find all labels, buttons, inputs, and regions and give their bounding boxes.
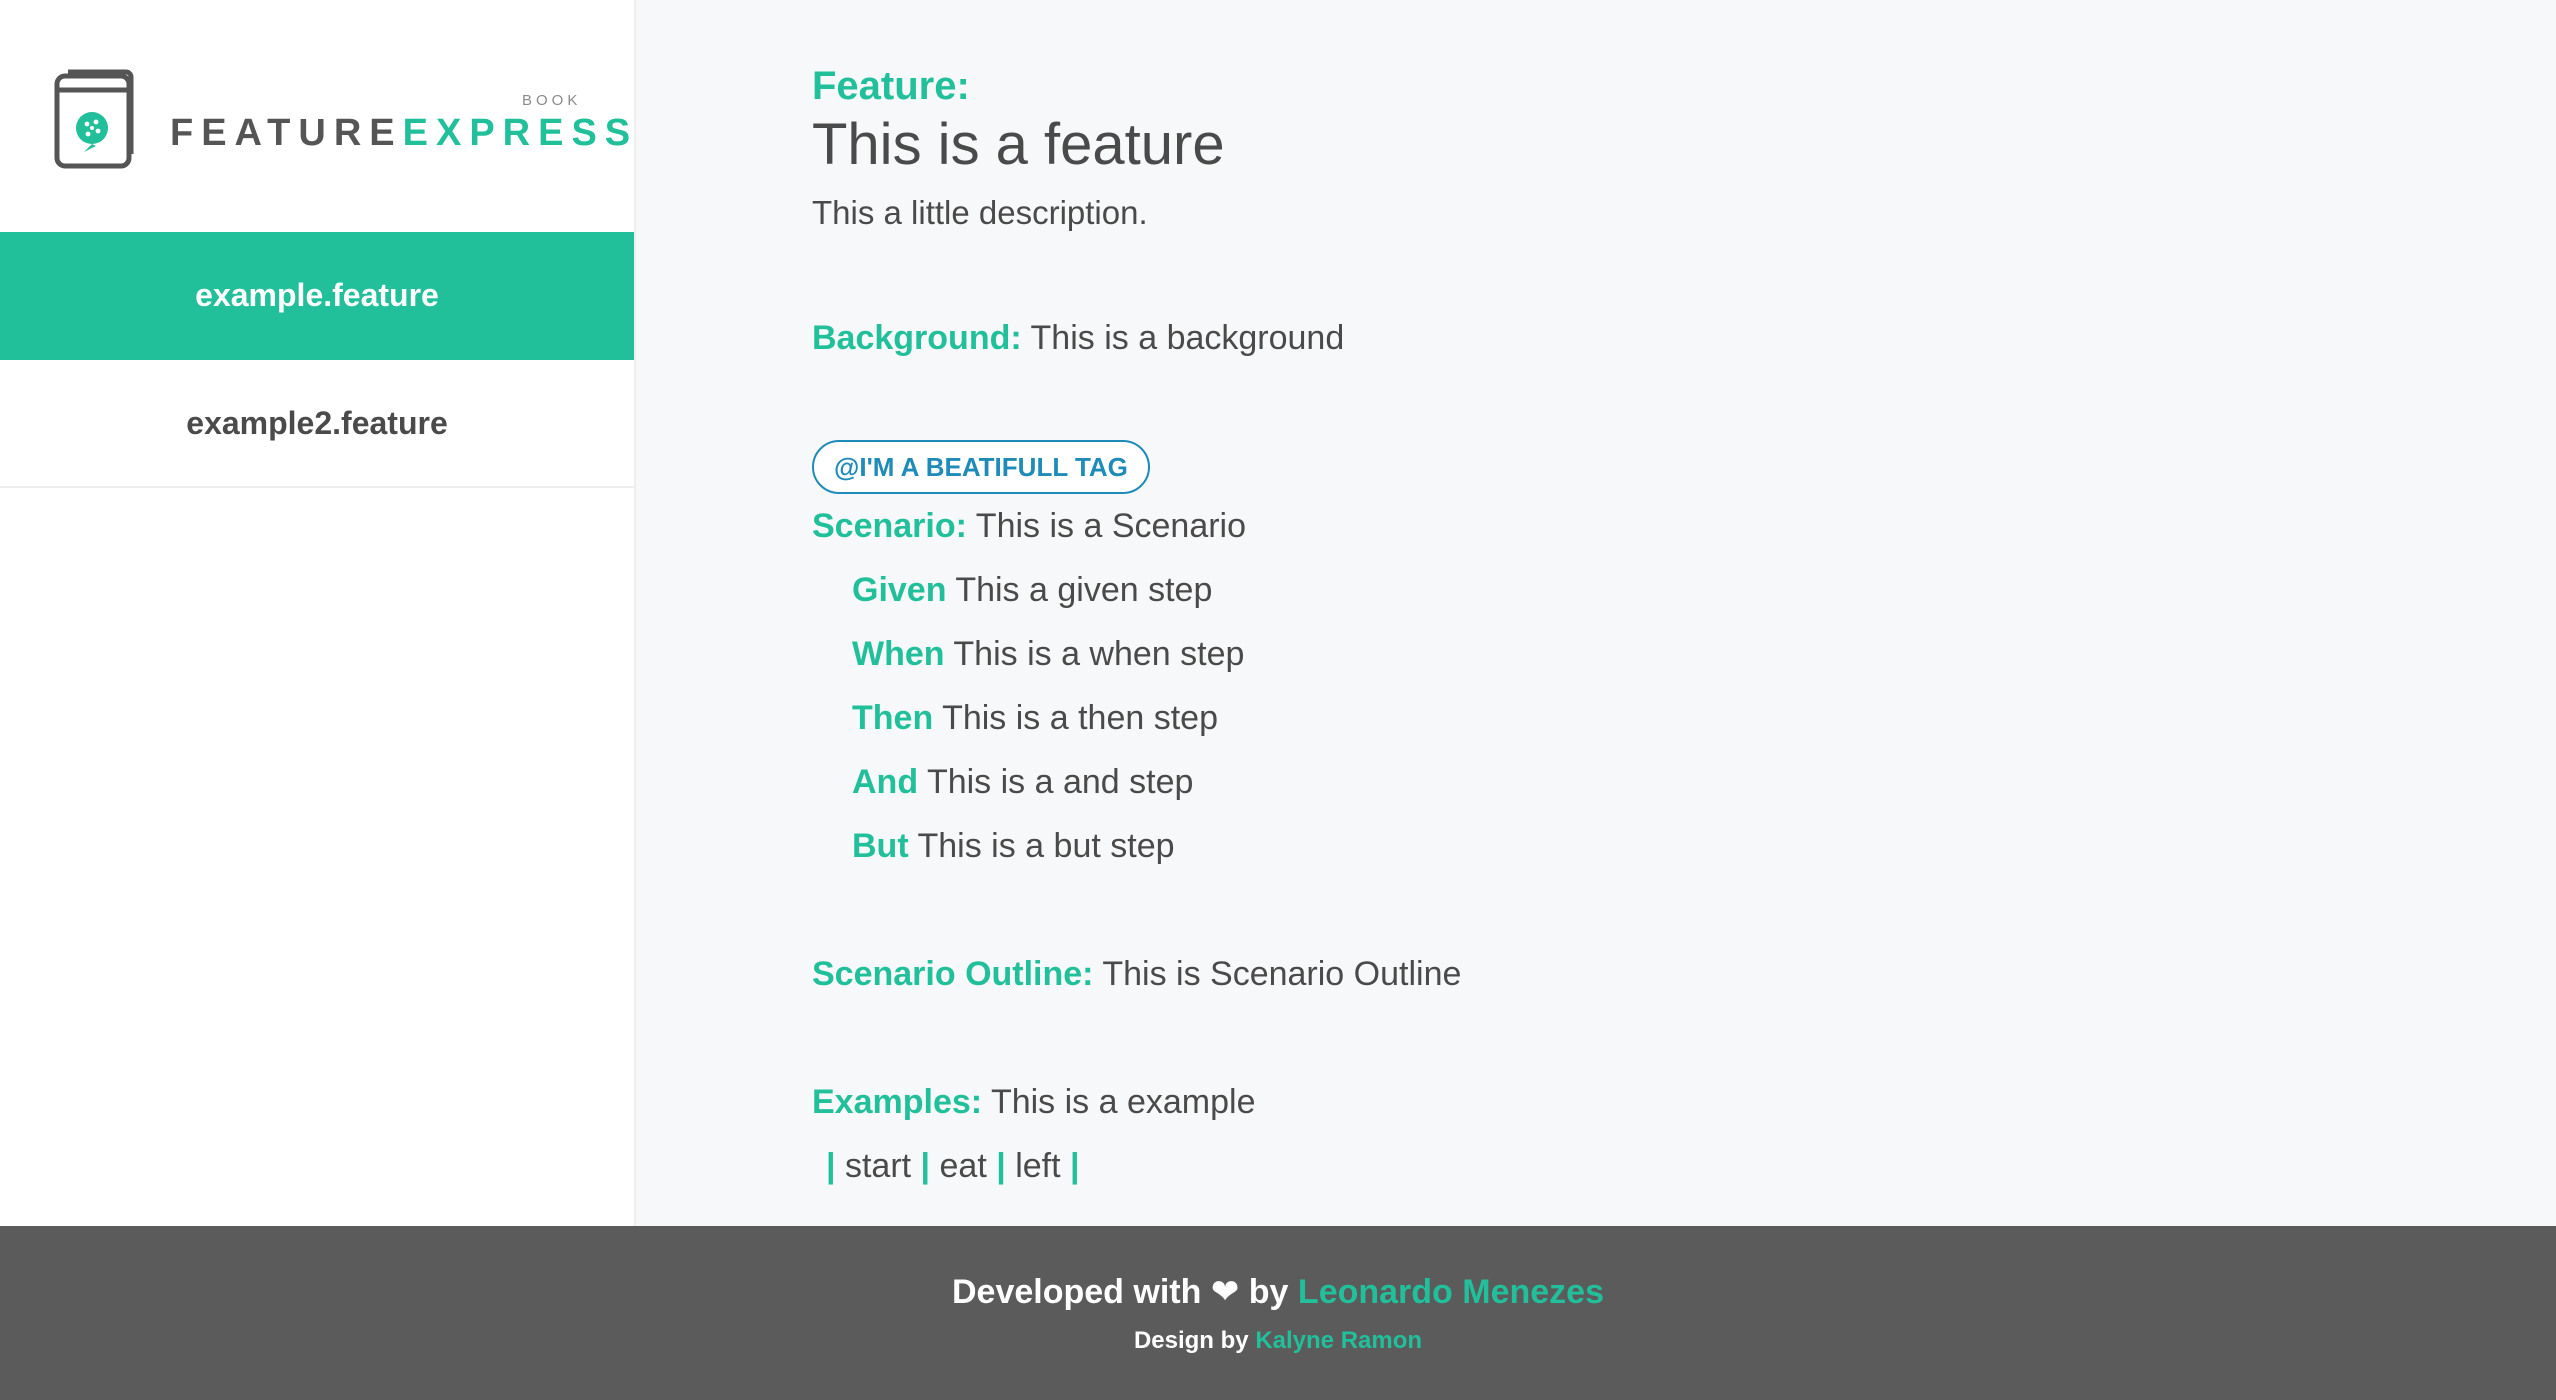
scenario-line: Scenario: This is a Scenario — [812, 504, 2412, 548]
step-keyword: But — [852, 827, 909, 865]
book-cucumber-icon — [54, 69, 134, 169]
step-keyword: When — [852, 635, 945, 673]
footer-design-credits: Design by Kalyne Ramon — [0, 1326, 2556, 1356]
step-then: Then This is a then step — [852, 696, 2412, 740]
feature-description: This a little description. — [812, 194, 1148, 231]
logo-book-label: BOOK — [522, 92, 582, 109]
heart-icon: ❤ — [1210, 1273, 1240, 1311]
feature-file-list: example.feature example2.feature — [0, 232, 634, 488]
examples-line: Examples: This is a example — [812, 1080, 2412, 1124]
step-text: This is a then step — [942, 699, 1218, 737]
background-text: This is a background — [1030, 319, 1345, 357]
footer: Developed with ❤ by Leonardo Menezes Des… — [0, 1226, 2556, 1400]
table-pipe: | — [920, 1147, 931, 1185]
sidebar: BOOK FEATUREEXPRESS example.feature exam… — [0, 0, 636, 1226]
scenario-text: This is a Scenario — [975, 507, 1247, 545]
examples-text: This is a example — [990, 1083, 1256, 1121]
table-cell: left — [1015, 1147, 1061, 1185]
step-keyword: And — [852, 763, 919, 801]
logo-word-express: EXPRESS — [402, 112, 639, 154]
feature-keyword: Feature: — [812, 64, 970, 108]
scenario-keyword: Scenario: — [812, 507, 967, 545]
logo-word-feature: FEATURE — [170, 112, 403, 154]
step-text: This a given step — [955, 571, 1213, 609]
step-text: This is a when step — [953, 635, 1245, 673]
examples-keyword: Examples: — [812, 1083, 983, 1121]
sidebar-item-example2-feature[interactable]: example2.feature — [0, 360, 634, 488]
table-pipe: | — [1070, 1147, 1080, 1185]
examples-table-header: | start | eat | left | — [826, 1144, 2412, 1188]
background-keyword: Background: — [812, 319, 1022, 357]
step-keyword: Then — [852, 699, 934, 737]
scenario-outline-keyword: Scenario Outline: — [812, 955, 1094, 993]
step-text: This is a and step — [926, 763, 1194, 801]
logo[interactable]: BOOK FEATUREEXPRESS — [54, 68, 630, 178]
designer-link[interactable]: Kalyne Ramon — [1255, 1327, 1422, 1354]
logo-wordmark: FEATUREEXPRESS — [170, 112, 638, 155]
scenario-outline-line: Scenario Outline: This is Scenario Outli… — [812, 952, 2412, 996]
table-pipe: | — [996, 1147, 1006, 1185]
scenario-outline-text: This is Scenario Outline — [1102, 955, 1462, 993]
step-given: Given This a given step — [852, 568, 2412, 612]
step-but: But This is a but step — [852, 824, 2412, 868]
footer-credits: Developed with ❤ by Leonardo Menezes — [0, 1270, 2556, 1314]
footer-developed-with: Developed with — [952, 1273, 1202, 1311]
table-cell: start — [844, 1147, 912, 1185]
feature-title: This is a feature — [812, 112, 1225, 177]
step-keyword: Given — [852, 571, 947, 609]
step-text: This is a but step — [917, 827, 1175, 865]
step-when: When This is a when step — [852, 632, 2412, 676]
feature-content: Feature: This is a feature This a little… — [812, 62, 2412, 1188]
step-and: And This is a and step — [852, 760, 2412, 804]
table-cell: eat — [939, 1147, 987, 1185]
footer-design-by: Design by — [1133, 1327, 1249, 1354]
scenario-tag: @I'M A BEATIFULL TAG — [812, 440, 1150, 494]
developer-link[interactable]: Leonardo Menezes — [1298, 1273, 1604, 1311]
footer-by: by — [1248, 1273, 1289, 1311]
table-pipe: | — [826, 1147, 836, 1185]
sidebar-item-example-feature[interactable]: example.feature — [0, 232, 634, 360]
background-line: Background: This is a background — [812, 316, 2412, 360]
